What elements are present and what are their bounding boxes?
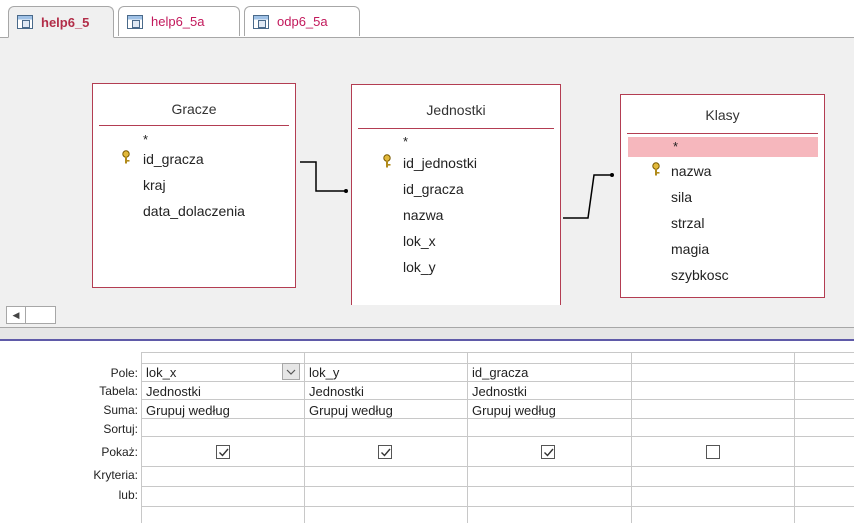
table-jednostki[interactable]: Jednostki * id_jednostki id_gracza nazwa… <box>351 84 561 333</box>
table-gracze[interactable]: Gracze * id_gracza kraj data_dolaczenia <box>92 83 296 288</box>
tab-help6-5[interactable]: help6_5 <box>8 6 114 38</box>
row-label-lub: lub: <box>118 488 138 502</box>
relation-jednostki-klasy[interactable] <box>563 174 612 219</box>
tab-odp6-5a[interactable]: odp6_5a <box>244 6 360 36</box>
grid-line <box>141 352 142 523</box>
grid-line <box>141 436 854 437</box>
title-divider <box>358 128 554 129</box>
query-icon <box>253 14 269 29</box>
field-strzal[interactable]: strzal <box>671 215 704 231</box>
field-cell[interactable]: lok_y <box>309 365 339 380</box>
query-icon <box>17 15 33 29</box>
field-all[interactable]: * <box>403 134 408 149</box>
field-dropdown[interactable] <box>282 363 300 380</box>
total-cell[interactable]: Grupuj według <box>472 403 556 418</box>
field-nazwa[interactable]: nazwa <box>403 207 443 223</box>
row-label-kryteria: Kryteria: <box>93 468 138 482</box>
table-cell[interactable]: Jednostki <box>309 384 364 399</box>
field-kraj[interactable]: kraj <box>143 177 166 193</box>
relation-end-dot <box>610 173 614 177</box>
field-cell[interactable]: lok_x <box>146 365 176 380</box>
grid-line <box>141 418 854 419</box>
grid-line <box>141 486 854 487</box>
relation-end-dot <box>344 189 348 193</box>
grid-line <box>141 352 854 353</box>
table-klasy[interactable]: Klasy * nazwa sila strzal magia szybkosc <box>620 94 825 298</box>
grid-line <box>141 466 854 467</box>
grid-line <box>631 352 632 523</box>
relation-gracze-jednostki[interactable] <box>300 161 346 192</box>
show-checkbox[interactable] <box>541 445 555 459</box>
field-nazwa[interactable]: nazwa <box>671 163 711 179</box>
grid-line <box>304 352 305 523</box>
table-cell[interactable]: Jednostki <box>472 384 527 399</box>
field-szybkosc[interactable]: szybkosc <box>671 267 729 283</box>
primary-key-icon <box>652 162 660 176</box>
tab-label: help6_5a <box>151 14 205 29</box>
field-id-jednostki[interactable]: id_jednostki <box>403 155 477 171</box>
show-checkbox[interactable] <box>378 445 392 459</box>
pane-splitter[interactable] <box>0 327 854 341</box>
row-label-pole: Pole: <box>110 366 138 380</box>
field-sila[interactable]: sila <box>671 189 692 205</box>
primary-key-icon <box>383 154 391 168</box>
grid-line <box>141 363 854 364</box>
row-label-suma: Suma: <box>103 403 138 417</box>
tab-help6-5a[interactable]: help6_5a <box>118 6 240 36</box>
field-id-gracza[interactable]: id_gracza <box>403 181 464 197</box>
primary-key-icon <box>122 150 130 164</box>
grid-line <box>467 352 468 523</box>
check-icon <box>544 448 554 457</box>
scroll-thumb[interactable] <box>26 306 56 324</box>
scroll-left-icon[interactable]: ◀ <box>6 306 26 324</box>
object-tabs: help6_5 help6_5a odp6_5a <box>0 0 854 38</box>
total-cell[interactable]: Grupuj według <box>146 403 230 418</box>
field-all[interactable]: * <box>143 132 148 147</box>
field-cell[interactable]: id_gracza <box>472 365 528 380</box>
grid-line <box>141 399 854 400</box>
table-title: Jednostki <box>426 102 486 118</box>
show-checkbox[interactable] <box>216 445 230 459</box>
row-label-sortuj: Sortuj: <box>103 422 138 436</box>
field-lok-y[interactable]: lok_y <box>403 259 436 275</box>
selected-field-highlight <box>628 137 818 157</box>
field-data-dolaczenia[interactable]: data_dolaczenia <box>143 203 245 219</box>
table-cell[interactable]: Jednostki <box>146 384 201 399</box>
field-lok-x[interactable]: lok_x <box>403 233 436 249</box>
check-icon <box>381 448 391 457</box>
grid-line <box>141 381 854 382</box>
row-label-pokaz: Pokaż: <box>101 445 138 459</box>
tab-label: help6_5 <box>41 14 90 30</box>
field-id-gracza[interactable]: id_gracza <box>143 151 204 167</box>
chevron-down-icon <box>286 369 296 375</box>
show-checkbox[interactable] <box>706 445 720 459</box>
row-label-tabela: Tabela: <box>99 384 138 398</box>
field-magia[interactable]: magia <box>671 241 709 257</box>
grid-line <box>141 506 854 507</box>
title-divider <box>99 125 289 126</box>
check-icon <box>219 448 229 457</box>
query-design-grid[interactable]: Pole: Tabela: Suma: Sortuj: Pokaż: Kryte… <box>0 341 854 523</box>
total-cell[interactable]: Grupuj według <box>309 403 393 418</box>
field-all[interactable]: * <box>673 139 678 154</box>
query-icon <box>127 14 143 29</box>
tab-label: odp6_5a <box>277 14 328 29</box>
table-title: Klasy <box>705 107 740 123</box>
grid-line <box>794 352 795 523</box>
table-title: Gracze <box>171 101 217 117</box>
title-divider <box>627 133 818 134</box>
query-design-pane[interactable]: Gracze * id_gracza kraj data_dolaczenia … <box>0 38 854 333</box>
design-horizontal-scrollbar[interactable]: ◀ <box>0 305 854 327</box>
